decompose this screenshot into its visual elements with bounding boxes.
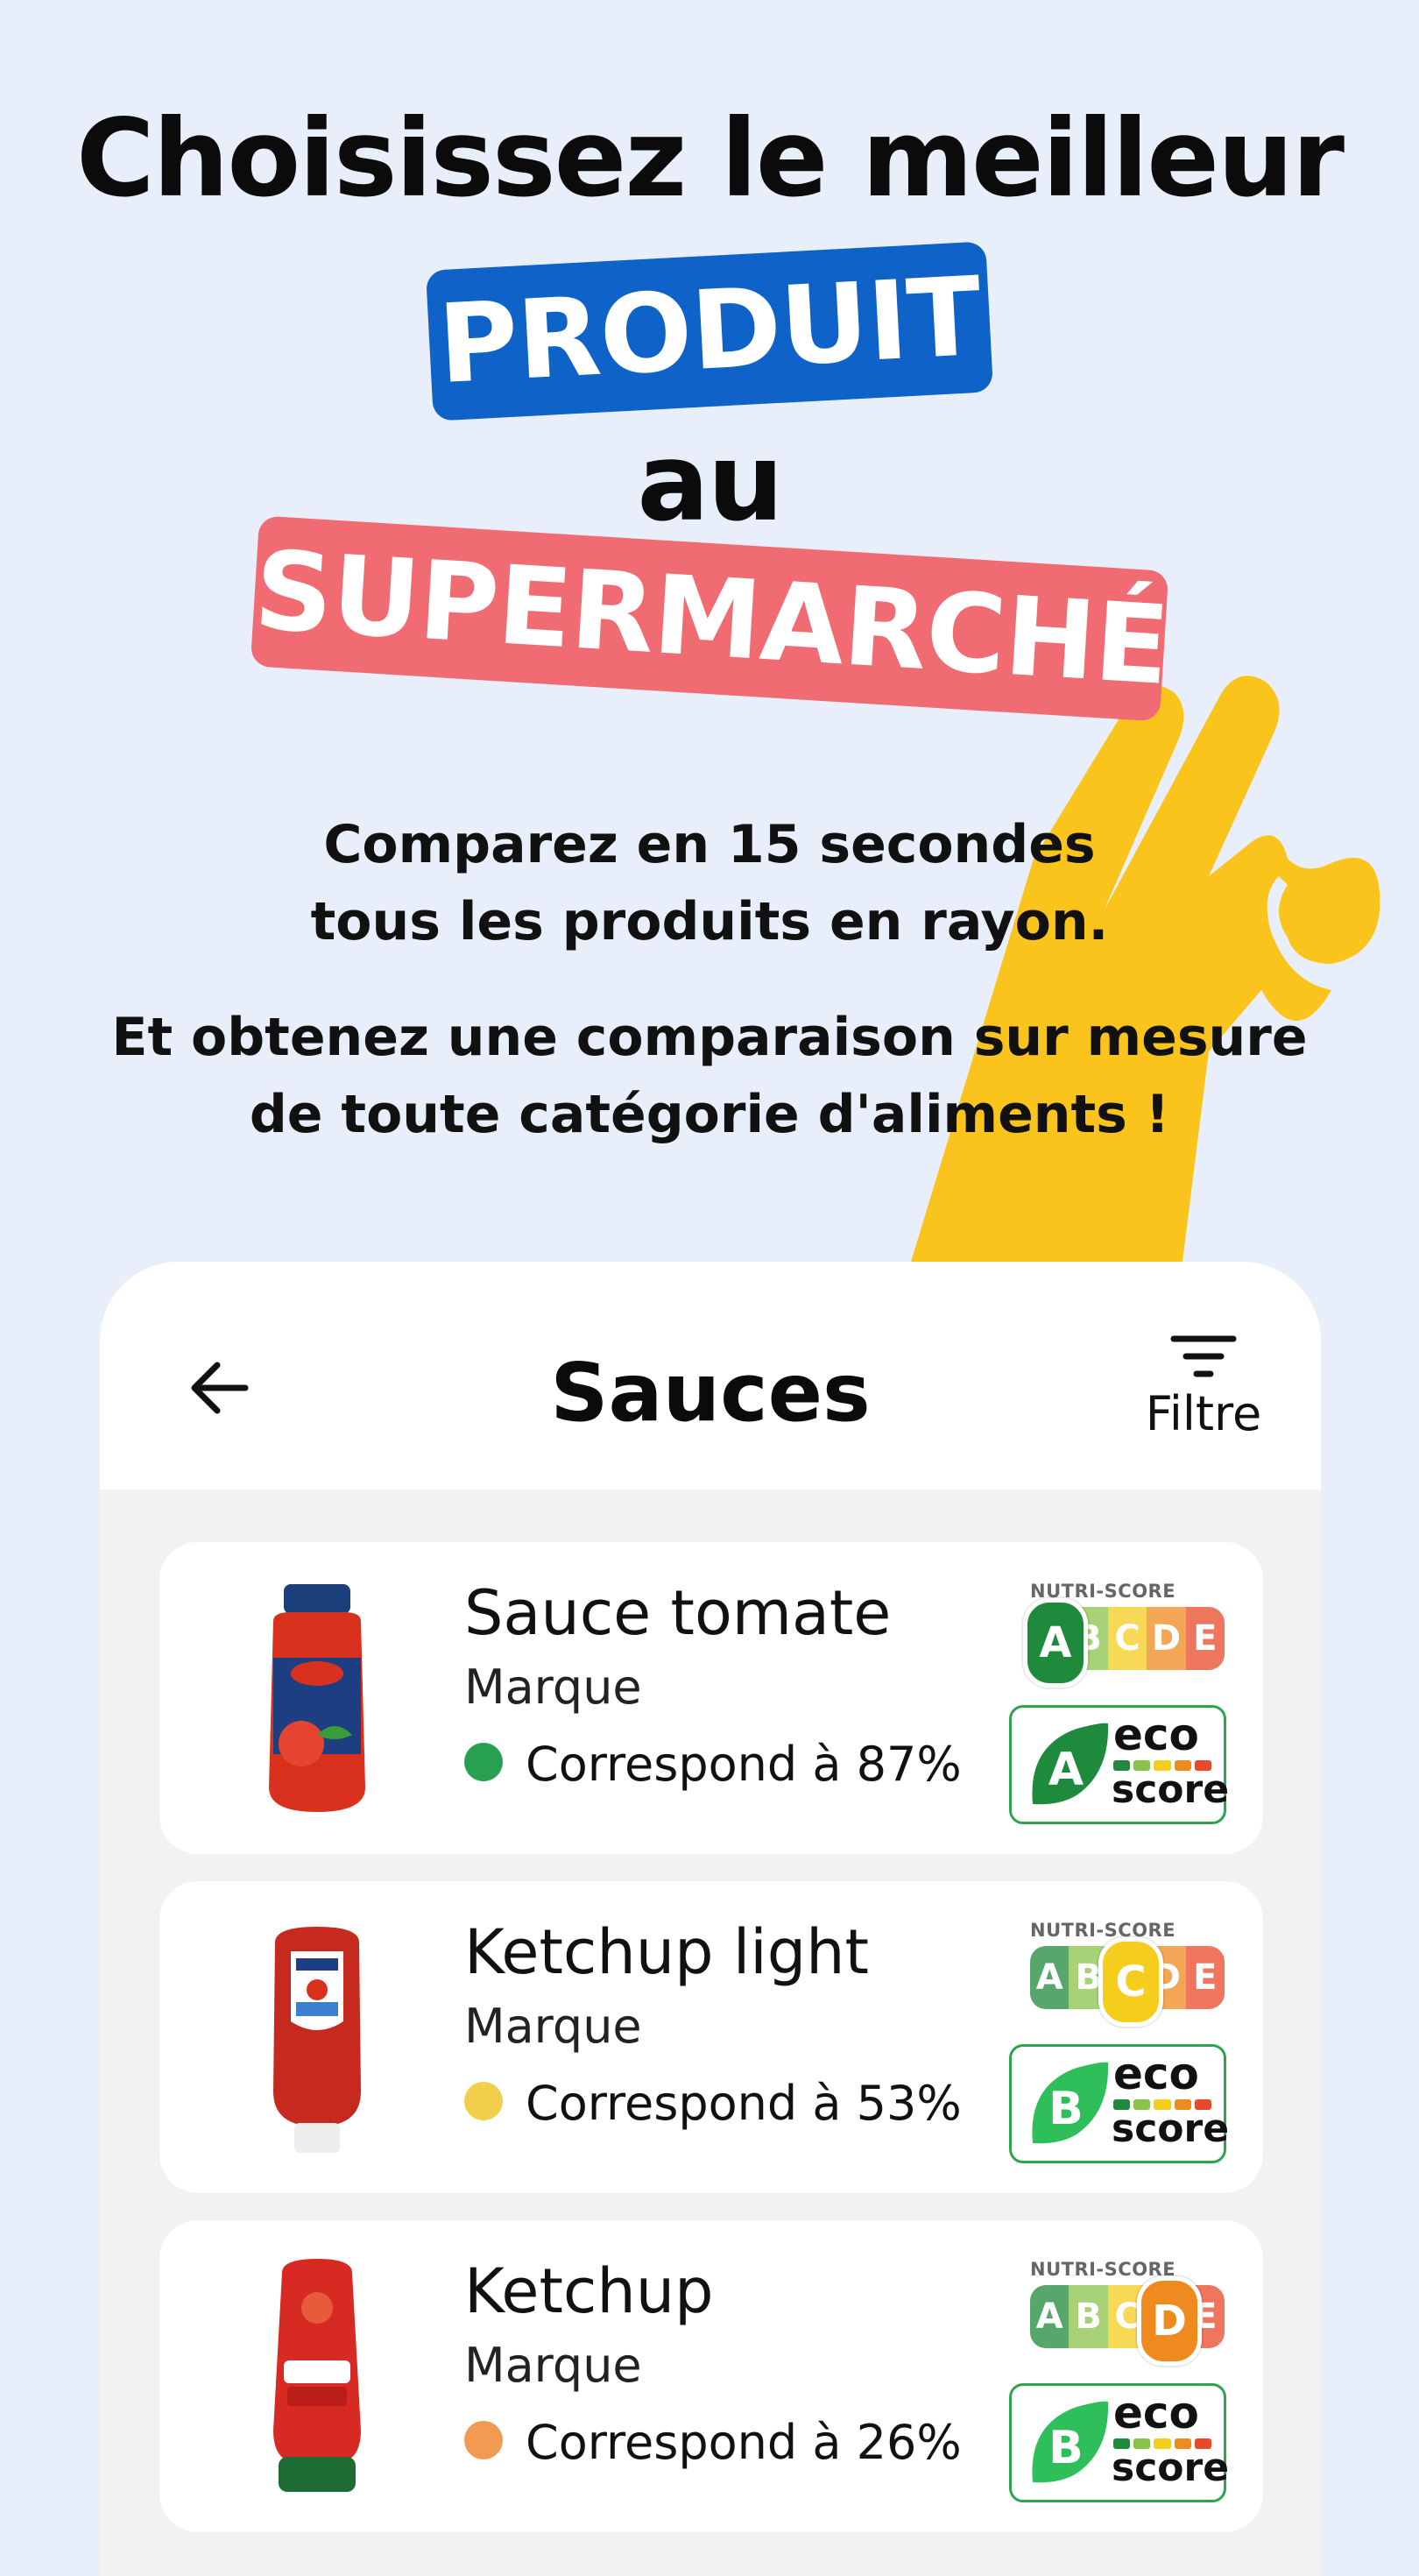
nutri-seg: E xyxy=(1185,1607,1225,1670)
subtitle-1: Comparez en 15 secondes tous les produit… xyxy=(0,806,1419,960)
product-card[interactable]: Ketchup light Marque Correspond à 53% NU… xyxy=(159,1881,1263,2193)
sauce-jar-image xyxy=(269,1584,365,1812)
product-match: Correspond à 53% xyxy=(464,2076,962,2131)
leaf-icon: A xyxy=(1032,1723,1109,1805)
subtitle-1-line-a: Comparez en 15 secondes xyxy=(323,814,1096,875)
match-text: Correspond à 87% xyxy=(526,1737,962,1792)
nutri-score-active: A xyxy=(1023,1598,1088,1688)
eco-word-1: eco xyxy=(1113,1709,1199,1760)
nutri-score-badge: NUTRI-SCORE A B C D E C xyxy=(1023,1920,1233,2027)
nutri-seg: A xyxy=(1030,1946,1070,2009)
subtitle-2-line-a: Et obtenez une comparaison sur mesure xyxy=(111,1007,1308,1068)
product-brand: Marque xyxy=(464,2338,642,2393)
eco-word-1: eco xyxy=(1113,2049,1199,2099)
eco-grade: A xyxy=(1048,1744,1084,1796)
eco-grade: B xyxy=(1048,2083,1084,2135)
product-name: Ketchup light xyxy=(464,1916,869,1988)
product-name: Ketchup xyxy=(464,2255,714,2327)
nutri-score-active: D xyxy=(1137,2276,1202,2366)
leaf-icon: B xyxy=(1032,2062,1109,2144)
product-name: Sauce tomate xyxy=(464,1577,892,1649)
product-card[interactable]: Ketchup Marque Correspond à 26% NUTRI-SC… xyxy=(159,2220,1263,2532)
nutri-score-badge: NUTRI-SCORE A B C D E D xyxy=(1023,2259,1233,2366)
nutri-seg: A xyxy=(1030,2285,1070,2348)
ketchup-bottle-image xyxy=(273,2259,361,2492)
subtitle-2: Et obtenez une comparaison sur mesure de… xyxy=(0,999,1419,1153)
screen-header: Sauces Filtre xyxy=(100,1262,1321,1490)
nutri-seg: C xyxy=(1107,1607,1147,1670)
eco-score-badge: A eco score xyxy=(1009,1705,1230,1824)
eco-word-2: score xyxy=(1112,2445,1230,2490)
product-card[interactable]: Sauce tomate Marque Correspond à 87% NUT… xyxy=(159,1542,1263,1854)
nutri-seg: E xyxy=(1185,1946,1225,2009)
product-match: Correspond à 87% xyxy=(464,1737,962,1792)
match-dot xyxy=(464,1743,503,1782)
headline-line-1: Choisissez le meilleur xyxy=(75,96,1345,221)
subtitle-2-line-b: de toute catégorie d'aliments ! xyxy=(249,1084,1170,1145)
eco-word-2: score xyxy=(1112,1767,1230,1812)
leaf-icon: B xyxy=(1032,2401,1109,2483)
product-brand: Marque xyxy=(464,1999,642,2054)
eco-score-badge: B eco score xyxy=(1009,2383,1230,2502)
filter-icon xyxy=(1170,1335,1237,1377)
nutri-score-badge: NUTRI-SCORE A B C D E A xyxy=(1023,1581,1233,1688)
eco-word-1: eco xyxy=(1113,2388,1199,2438)
match-text: Correspond à 53% xyxy=(526,2076,962,2131)
nutri-seg: B xyxy=(1069,2285,1108,2348)
headline-line-2: au xyxy=(637,421,783,545)
ketchup-light-bottle-image xyxy=(273,1927,361,2153)
nutri-score-active: C xyxy=(1098,1937,1163,2027)
filter-label: Filtre xyxy=(1145,1386,1262,1441)
eco-grade: B xyxy=(1048,2422,1084,2474)
match-dot xyxy=(464,2421,503,2460)
nutri-score-label: NUTRI-SCORE xyxy=(1030,1920,1176,1941)
eco-score-badge: B eco score xyxy=(1009,2044,1230,2163)
subtitle-1-line-b: tous les produits en rayon. xyxy=(310,891,1109,952)
product-brand: Marque xyxy=(464,1660,642,1715)
hero-section: Choisissez le meilleur PRODUIT au SUPERM… xyxy=(0,0,1419,1262)
eco-word-2: score xyxy=(1112,2106,1230,2151)
phone-screen-card: Sauces Filtre Sauce tomate Marque Corres… xyxy=(100,1262,1321,2576)
nutri-seg: D xyxy=(1147,1607,1186,1670)
product-match: Correspond à 26% xyxy=(464,2415,962,2470)
filter-button[interactable]: Filtre xyxy=(1133,1332,1274,1454)
match-dot xyxy=(464,2082,503,2121)
headline-tag-produit: PRODUIT xyxy=(425,241,994,421)
nutri-score-label: NUTRI-SCORE xyxy=(1030,2259,1176,2280)
match-text: Correspond à 26% xyxy=(526,2415,962,2470)
